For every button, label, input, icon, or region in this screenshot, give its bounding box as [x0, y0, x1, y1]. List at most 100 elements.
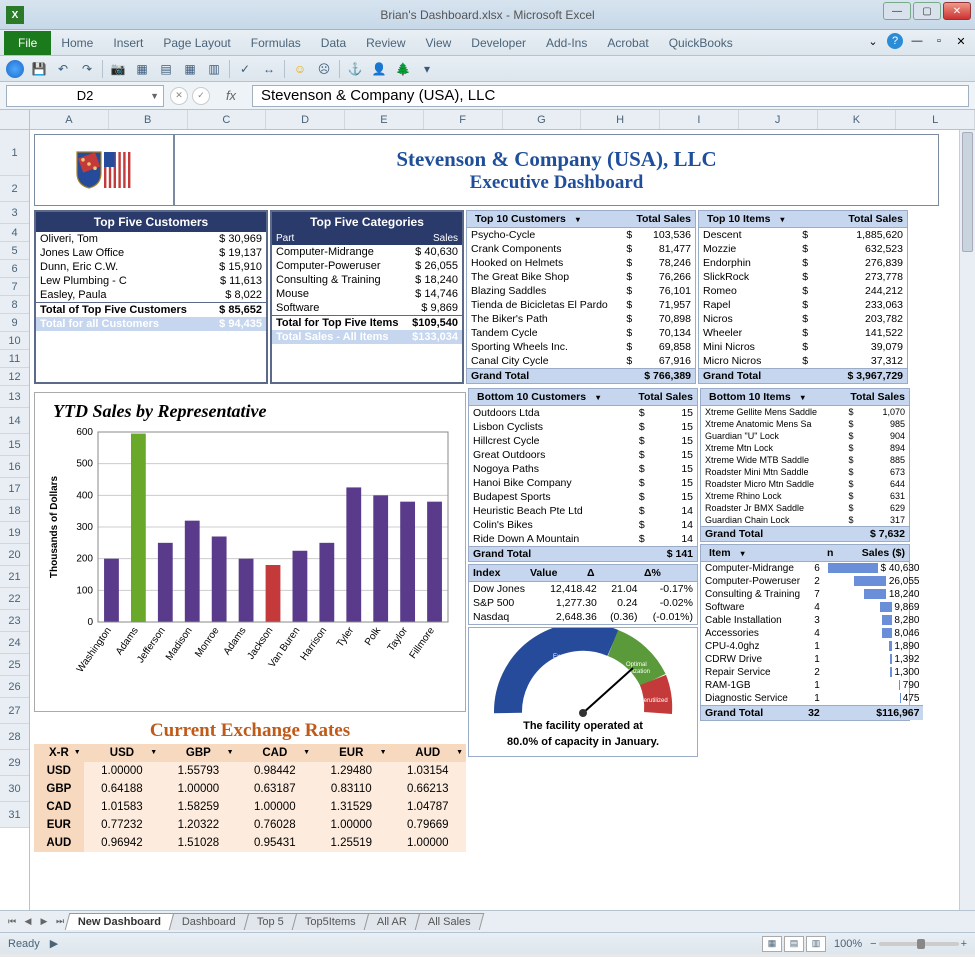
- row-header[interactable]: 28: [0, 724, 29, 750]
- ribbon-tab-quickbooks[interactable]: QuickBooks: [659, 31, 743, 55]
- filter-icon[interactable]: ▾: [737, 547, 749, 560]
- xr-header[interactable]: CAD▼: [237, 744, 313, 762]
- anchor-icon[interactable]: ⚓: [346, 60, 364, 78]
- ribbon-tab-home[interactable]: Home: [51, 31, 103, 55]
- chevron-down-icon[interactable]: ▼: [150, 91, 159, 101]
- enter-formula-icon[interactable]: ✓: [192, 87, 210, 105]
- sheet-tab[interactable]: All AR: [363, 913, 420, 930]
- file-tab[interactable]: File: [4, 31, 51, 55]
- column-header[interactable]: I: [660, 110, 739, 129]
- column-header[interactable]: B: [109, 110, 188, 129]
- more-icon[interactable]: ▾: [418, 60, 436, 78]
- cancel-formula-icon[interactable]: ✕: [170, 87, 188, 105]
- filter-icon[interactable]: ▾: [592, 391, 604, 404]
- ribbon-tab-page-layout[interactable]: Page Layout: [153, 31, 240, 55]
- row-header[interactable]: 7: [0, 278, 29, 296]
- row-header[interactable]: 8: [0, 296, 29, 314]
- undo-icon[interactable]: ↶: [54, 60, 72, 78]
- scrollbar-thumb[interactable]: [962, 132, 973, 252]
- qat-orb-icon[interactable]: [6, 60, 24, 78]
- row-header[interactable]: 5: [0, 242, 29, 260]
- close-button[interactable]: ✕: [943, 2, 971, 20]
- row-header[interactable]: 14: [0, 408, 29, 434]
- fx-icon[interactable]: ✓: [236, 60, 254, 78]
- column-header[interactable]: E: [345, 110, 424, 129]
- column-header[interactable]: H: [581, 110, 660, 129]
- row-header[interactable]: 10: [0, 332, 29, 350]
- maximize-button[interactable]: ▢: [913, 2, 941, 20]
- column-header[interactable]: J: [739, 110, 818, 129]
- row-header[interactable]: 24: [0, 632, 29, 654]
- ribbon-tab-acrobat[interactable]: Acrobat: [597, 31, 658, 55]
- row-header[interactable]: 15: [0, 434, 29, 456]
- sheet-tab[interactable]: Dashboard: [169, 913, 249, 930]
- row-header[interactable]: 29: [0, 750, 29, 776]
- save-icon[interactable]: 💾: [30, 60, 48, 78]
- vertical-scrollbar[interactable]: [959, 130, 975, 910]
- xr-header[interactable]: EUR▼: [313, 744, 389, 762]
- calc-icon[interactable]: ▤: [157, 60, 175, 78]
- column-header[interactable]: C: [188, 110, 267, 129]
- sheet-tab[interactable]: New Dashboard: [65, 913, 175, 930]
- ribbon-tab-data[interactable]: Data: [311, 31, 356, 55]
- row-header[interactable]: 1: [0, 130, 29, 176]
- formula-input[interactable]: Stevenson & Company (USA), LLC: [252, 85, 969, 107]
- form-icon[interactable]: ▦: [133, 60, 151, 78]
- normal-view-button[interactable]: ▦: [762, 936, 782, 952]
- column-header[interactable]: K: [818, 110, 897, 129]
- row-header[interactable]: 26: [0, 676, 29, 698]
- zoom-thumb[interactable]: [917, 939, 925, 949]
- tree-icon[interactable]: 🌲: [394, 60, 412, 78]
- ribbon-tab-insert[interactable]: Insert: [103, 31, 153, 55]
- row-header[interactable]: 6: [0, 260, 29, 278]
- camera-icon[interactable]: 📷: [109, 60, 127, 78]
- frown-icon[interactable]: ☹: [315, 60, 333, 78]
- row-header[interactable]: 18: [0, 500, 29, 522]
- page-break-view-button[interactable]: ▥: [806, 936, 826, 952]
- fx-label[interactable]: fx: [216, 88, 246, 103]
- row-header[interactable]: 20: [0, 544, 29, 566]
- sheet-tab[interactable]: Top5Items: [292, 913, 369, 930]
- help-icon[interactable]: ?: [887, 33, 903, 49]
- ribbon-tab-review[interactable]: Review: [356, 31, 415, 55]
- redo-icon[interactable]: ↷: [78, 60, 96, 78]
- zoom-slider[interactable]: [879, 942, 959, 946]
- column-header[interactable]: L: [896, 110, 975, 129]
- person-icon[interactable]: 👤: [370, 60, 388, 78]
- row-header[interactable]: 12: [0, 368, 29, 386]
- row-header[interactable]: 16: [0, 456, 29, 478]
- row-header[interactable]: 30: [0, 776, 29, 802]
- row-header[interactable]: 9: [0, 314, 29, 332]
- row-header[interactable]: 13: [0, 386, 29, 408]
- name-box[interactable]: D2▼: [6, 85, 164, 107]
- row-header[interactable]: 22: [0, 588, 29, 610]
- prev-sheet-button[interactable]: ◀: [20, 914, 36, 930]
- row-header[interactable]: 23: [0, 610, 29, 632]
- column-header[interactable]: G: [503, 110, 582, 129]
- row-header[interactable]: 25: [0, 654, 29, 676]
- next-sheet-button[interactable]: ▶: [36, 914, 52, 930]
- window-close-icon[interactable]: ✕: [953, 33, 969, 49]
- ribbon-tab-view[interactable]: View: [416, 31, 462, 55]
- zoom-out-button[interactable]: −: [870, 938, 876, 950]
- zoom-level[interactable]: 100%: [834, 938, 862, 950]
- row-header[interactable]: 27: [0, 698, 29, 724]
- sheet-tab[interactable]: All Sales: [414, 913, 483, 930]
- smiley-icon[interactable]: ☺: [291, 60, 309, 78]
- fill-icon[interactable]: ↔: [260, 60, 278, 78]
- zoom-in-button[interactable]: +: [961, 938, 967, 950]
- row-header[interactable]: 31: [0, 802, 29, 828]
- xr-header[interactable]: X-R▼: [34, 744, 84, 762]
- select-all-corner[interactable]: [0, 110, 29, 130]
- column-header[interactable]: F: [424, 110, 503, 129]
- column-header[interactable]: A: [30, 110, 109, 129]
- row-header[interactable]: 4: [0, 224, 29, 242]
- pivot-icon[interactable]: ▥: [205, 60, 223, 78]
- row-header[interactable]: 11: [0, 350, 29, 368]
- filter-icon[interactable]: ▾: [572, 213, 584, 226]
- first-sheet-button[interactable]: ⏮: [4, 914, 20, 930]
- column-header[interactable]: D: [266, 110, 345, 129]
- filter-icon[interactable]: ▾: [776, 213, 788, 226]
- ribbon-tab-addins[interactable]: Add-Ins: [536, 31, 597, 55]
- ribbon-tab-developer[interactable]: Developer: [461, 31, 536, 55]
